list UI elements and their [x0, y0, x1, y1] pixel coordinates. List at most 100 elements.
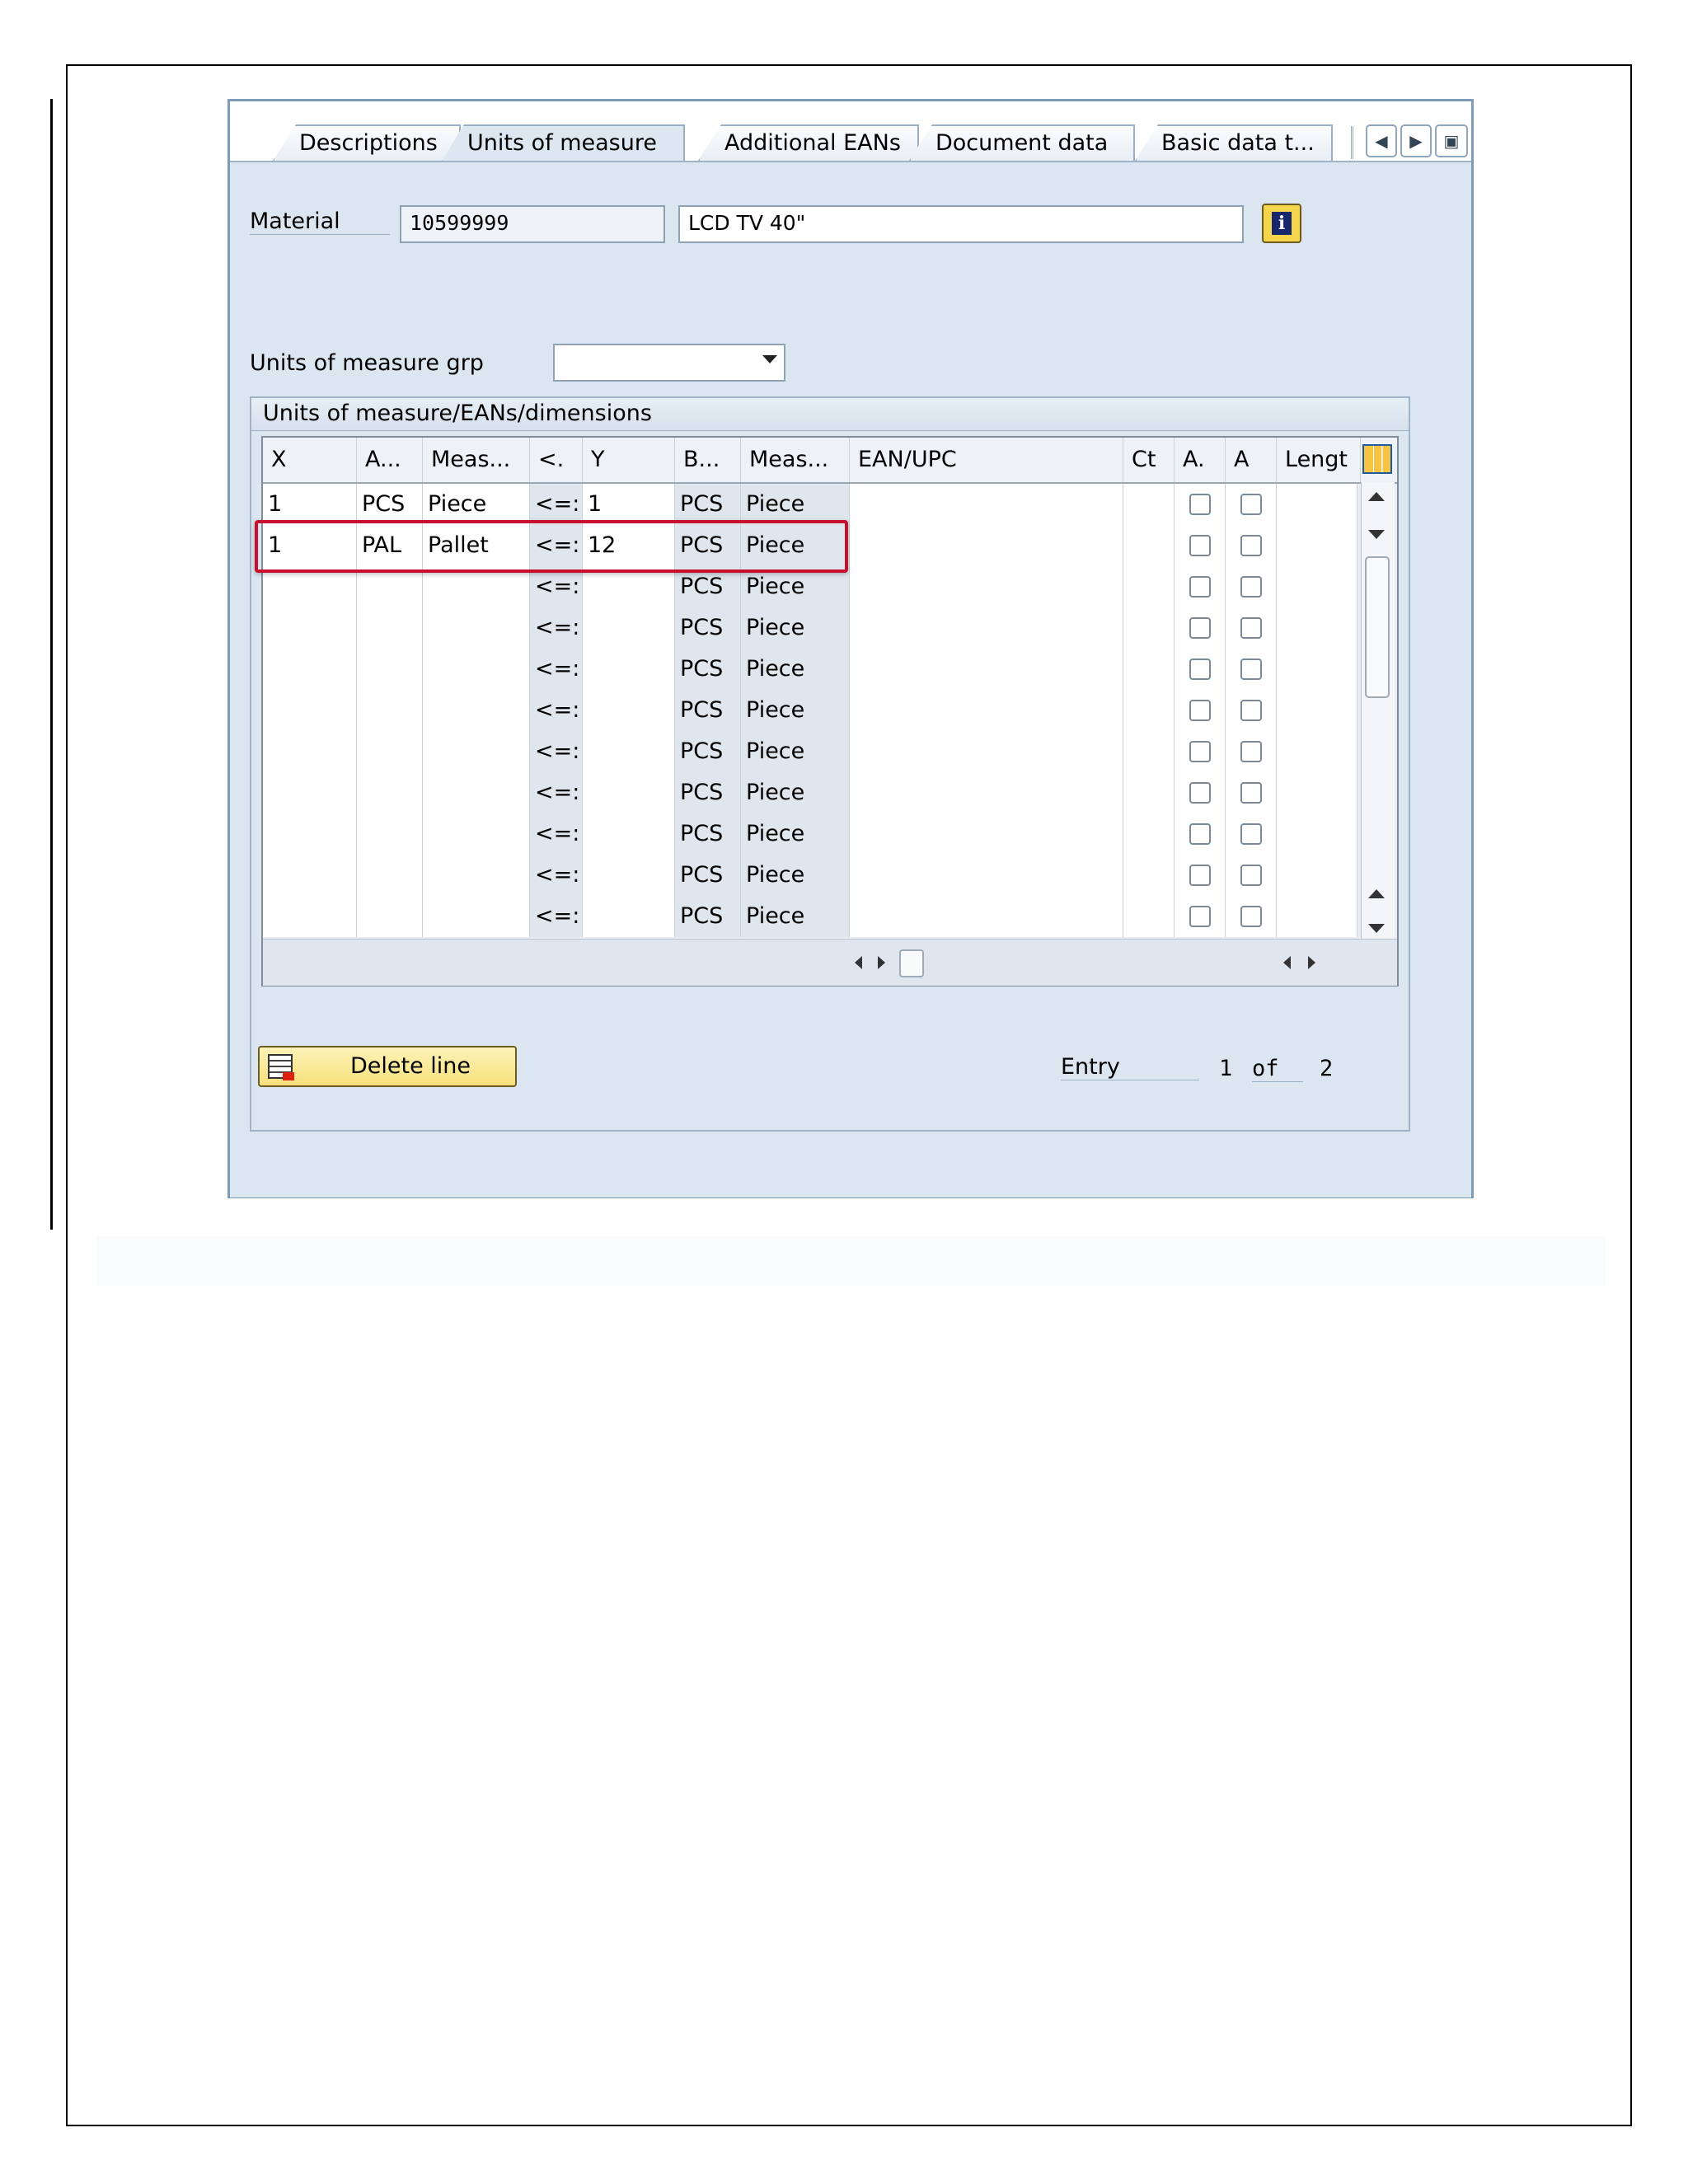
scroll-left-icon[interactable] — [855, 956, 862, 969]
material-description-field[interactable]: LCD TV 40" — [678, 205, 1244, 243]
cell-op[interactable]: <=: — [530, 731, 583, 772]
cell-a1[interactable] — [1175, 896, 1226, 937]
col-header-length[interactable]: Lengt — [1277, 438, 1361, 482]
tab-scroll-right-button[interactable]: ▶ — [1400, 124, 1432, 157]
cell-length[interactable] — [1277, 607, 1357, 649]
cell-x[interactable] — [263, 731, 357, 772]
cell-x[interactable] — [263, 896, 357, 937]
cell-ean-upc[interactable] — [850, 649, 1123, 690]
cell-meas[interactable]: Piece — [423, 484, 530, 525]
scroll-left-icon-2[interactable] — [1283, 956, 1291, 969]
col-header-ct[interactable]: Ct — [1123, 438, 1175, 482]
cell-length[interactable] — [1277, 772, 1357, 813]
cell-y[interactable]: 1 — [583, 484, 675, 525]
cell-meas[interactable] — [423, 607, 530, 649]
checkbox[interactable] — [1240, 535, 1262, 556]
cell-ean-upc[interactable] — [850, 855, 1123, 896]
cell-op[interactable]: <=: — [530, 896, 583, 937]
delete-line-button[interactable]: Delete line — [258, 1046, 517, 1087]
cell-a1[interactable] — [1175, 649, 1226, 690]
cell-bun[interactable]: PCS — [675, 649, 741, 690]
table-row[interactable]: 1 PCS Piece <=: 1 PCS Piece — [263, 484, 1357, 525]
scroll-right-icon[interactable] — [878, 956, 885, 969]
cell-a1[interactable] — [1175, 813, 1226, 855]
cell-meas2[interactable]: Piece — [741, 484, 850, 525]
cell-length[interactable] — [1277, 813, 1357, 855]
cell-ean-upc[interactable] — [850, 813, 1123, 855]
cell-a2[interactable] — [1226, 772, 1277, 813]
cell-op[interactable]: <=: — [530, 607, 583, 649]
checkbox[interactable] — [1240, 741, 1262, 762]
cell-op[interactable]: <=: — [530, 772, 583, 813]
cell-a1[interactable] — [1175, 772, 1226, 813]
cell-ct[interactable] — [1123, 690, 1175, 731]
cell-ct[interactable] — [1123, 566, 1175, 607]
col-header-a2[interactable]: A — [1226, 438, 1277, 482]
cell-meas2[interactable]: Piece — [741, 607, 850, 649]
col-header-measure-2[interactable]: Meas... — [741, 438, 850, 482]
cell-aun[interactable] — [357, 690, 423, 731]
checkbox[interactable] — [1189, 782, 1211, 804]
cell-meas[interactable] — [423, 813, 530, 855]
tab-descriptions[interactable]: Descriptions — [273, 124, 461, 161]
checkbox[interactable] — [1189, 823, 1211, 845]
checkbox[interactable] — [1189, 700, 1211, 721]
material-number-field[interactable]: 10599999 — [400, 205, 665, 243]
cell-meas[interactable] — [423, 649, 530, 690]
cell-a2[interactable] — [1226, 566, 1277, 607]
cell-op[interactable]: <=: — [530, 484, 583, 525]
cell-ct[interactable] — [1123, 607, 1175, 649]
cell-ean-upc[interactable] — [850, 607, 1123, 649]
cell-length[interactable] — [1277, 649, 1357, 690]
cell-y[interactable] — [583, 772, 675, 813]
cell-y[interactable] — [583, 813, 675, 855]
checkbox[interactable] — [1240, 494, 1262, 515]
cell-a1[interactable] — [1175, 484, 1226, 525]
cell-meas2[interactable]: Piece — [741, 690, 850, 731]
cell-meas[interactable] — [423, 690, 530, 731]
scroll-page-up-icon[interactable] — [1368, 889, 1385, 898]
cell-aun[interactable] — [357, 813, 423, 855]
cell-aun[interactable] — [357, 731, 423, 772]
cell-op[interactable]: <=: — [530, 649, 583, 690]
cell-bun[interactable]: PCS — [675, 607, 741, 649]
table-settings-icon[interactable] — [1362, 444, 1392, 474]
scroll-up-icon[interactable] — [1368, 492, 1385, 501]
col-header-ean-upc[interactable]: EAN/UPC — [850, 438, 1123, 482]
cell-x[interactable]: 1 — [263, 484, 357, 525]
scroll-page-down-icon[interactable] — [1368, 924, 1385, 933]
table-row[interactable]: <=: PCS Piece — [263, 607, 1357, 649]
cell-a1[interactable] — [1175, 525, 1226, 566]
cell-a2[interactable] — [1226, 855, 1277, 896]
cell-a1[interactable] — [1175, 607, 1226, 649]
cell-y[interactable] — [583, 607, 675, 649]
col-header-operator[interactable]: <. — [530, 438, 583, 482]
checkbox[interactable] — [1189, 865, 1211, 886]
cell-a2[interactable] — [1226, 731, 1277, 772]
cell-ean-upc[interactable] — [850, 566, 1123, 607]
col-header-measure[interactable]: Meas... — [423, 438, 530, 482]
cell-x[interactable] — [263, 855, 357, 896]
cell-meas2[interactable]: Piece — [741, 896, 850, 937]
checkbox[interactable] — [1189, 906, 1211, 927]
cell-ean-upc[interactable] — [850, 690, 1123, 731]
col-header-a1[interactable]: A. — [1175, 438, 1226, 482]
cell-ct[interactable] — [1123, 896, 1175, 937]
cell-ean-upc[interactable] — [850, 525, 1123, 566]
cell-length[interactable] — [1277, 731, 1357, 772]
checkbox[interactable] — [1240, 906, 1262, 927]
cell-a2[interactable] — [1226, 484, 1277, 525]
cell-meas2[interactable]: Piece — [741, 855, 850, 896]
uom-group-dropdown[interactable] — [553, 344, 785, 382]
cell-meas2[interactable]: Piece — [741, 813, 850, 855]
cell-ct[interactable] — [1123, 525, 1175, 566]
cell-op[interactable]: <=: — [530, 690, 583, 731]
cell-meas2[interactable]: Piece — [741, 649, 850, 690]
cell-a2[interactable] — [1226, 690, 1277, 731]
scroll-down-icon[interactable] — [1368, 530, 1385, 539]
cell-meas[interactable] — [423, 772, 530, 813]
cell-bun[interactable]: PCS — [675, 772, 741, 813]
cell-a2[interactable] — [1226, 525, 1277, 566]
cell-aun[interactable] — [357, 855, 423, 896]
material-info-button[interactable]: i — [1262, 204, 1301, 243]
